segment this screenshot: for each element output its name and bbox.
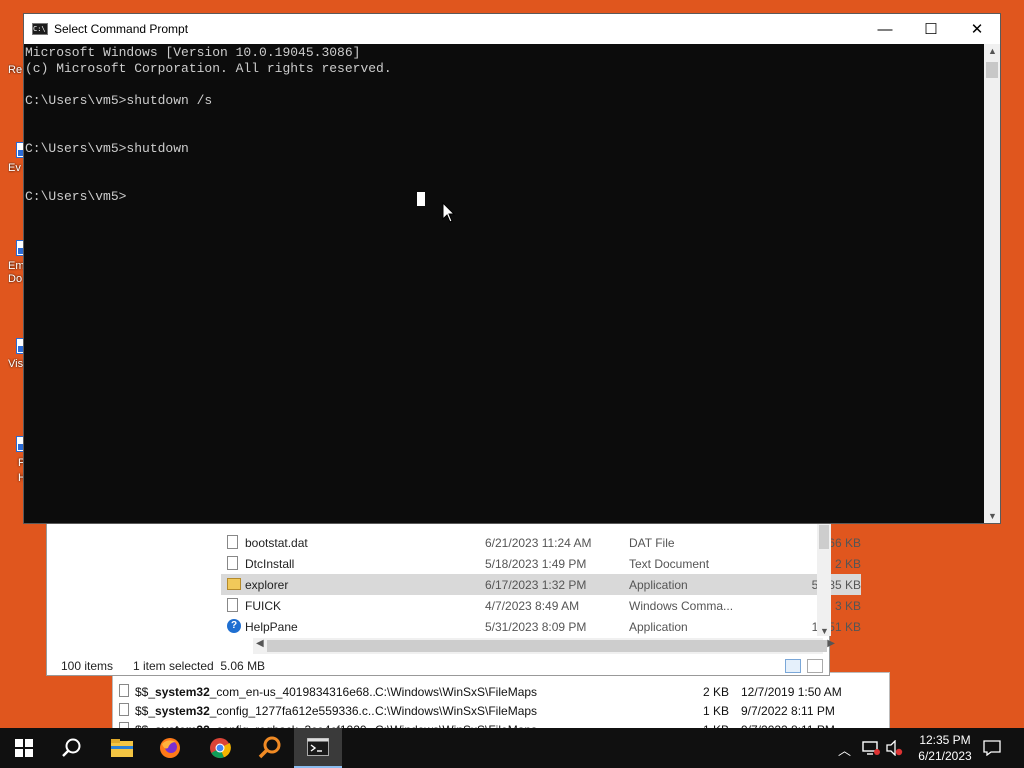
mouse-pointer-icon [442,202,456,223]
folder-icon [111,739,133,757]
result-path: C:\Windows\WinSxS\FileMaps [375,704,538,718]
file-date: 5/18/2023 1:49 PM [485,557,587,571]
taskbar-chrome[interactable] [196,728,244,768]
start-button[interactable] [0,728,48,768]
file-name: FUICK [245,599,281,613]
close-button[interactable]: ✕ [954,14,1000,44]
selection-info: 1 item selected 5.06 MB [133,659,266,673]
result-name: $$_system32_config_1277fa612e559336.c... [135,704,375,718]
minimize-button[interactable]: — [862,14,908,44]
scroll-thumb[interactable] [267,640,827,652]
show-hidden-icons-icon[interactable]: ︿ [838,740,851,759]
cmd-icon [307,738,329,756]
text-file-icon [227,556,238,570]
window-title: Select Command Prompt [54,22,189,36]
item-count: 100 items [61,659,114,673]
explorer-app-icon [227,578,241,590]
windows-icon [15,739,33,757]
file-icon [119,684,129,697]
magnifier-icon [258,736,281,759]
result-size: 1 KB [702,704,729,718]
file-date: 6/17/2023 1:32 PM [485,578,587,592]
result-date: 12/7/2019 1:50 AM [741,685,842,699]
firefox-icon [160,738,180,758]
file-row[interactable]: bootstat.dat 6/21/2023 11:24 AM DAT File… [221,532,861,553]
vertical-scrollbar[interactable]: ▼ [817,521,831,636]
result-path: C:\Windows\WinSxS\FileMaps [375,685,538,699]
taskbar-file-explorer[interactable] [98,728,146,768]
scroll-thumb[interactable] [819,525,829,549]
scroll-down-icon[interactable]: ▼ [820,626,829,636]
file-icon [119,703,129,716]
file-icon [227,535,238,549]
status-bar: 100 items 1 item selected 5.06 MB [47,655,829,675]
file-type: Application [629,620,688,634]
search-icon [62,738,81,757]
file-type: DAT File [629,536,675,550]
command-prompt-window: C:\ Select Command Prompt — ☐ ✕ Microsof… [23,13,1001,524]
cmd-icon: C:\ [32,23,48,35]
console-output[interactable]: Microsoft Windows [Version 10.0.19045.30… [24,44,984,523]
file-name: HelpPane [245,620,298,634]
scroll-thumb[interactable] [986,62,998,78]
file-date: 4/7/2023 8:49 AM [485,599,580,613]
help-icon: ? [227,619,241,633]
details-view-icon[interactable] [785,659,801,673]
file-type: Text Document [629,557,710,571]
taskbar-search-everything[interactable] [246,728,294,768]
result-date: 9/7/2022 8:11 PM [741,704,835,718]
taskbar-firefox[interactable] [146,728,194,768]
search-button[interactable] [48,728,96,768]
scroll-left-icon[interactable]: ◀ [256,638,264,649]
console-scrollbar[interactable]: ▲ ▼ [984,44,1000,523]
clock-time: 12:35 PM [919,733,971,747]
horizontal-scrollbar[interactable]: ◀ ▶ [253,638,835,654]
file-type: Application [629,578,688,592]
file-date: 5/31/2023 8:09 PM [485,620,587,634]
notifications-icon[interactable] [983,740,1001,756]
search-result-row[interactable]: $$_system32_com_en-us_4019834316e68... C… [113,682,889,701]
scroll-down-icon[interactable]: ▼ [988,511,997,521]
file-name: explorer [245,578,289,592]
chrome-icon [210,738,231,759]
taskbar-command-prompt[interactable] [294,728,342,768]
file-name: DtcInstall [245,557,295,571]
system-clock[interactable]: 12:35 PM 6/21/2023 [910,732,980,764]
network-icon[interactable] [862,741,880,755]
result-size: 2 KB [702,685,729,699]
large-icons-view-icon[interactable] [807,659,823,673]
title-bar[interactable]: C:\ Select Command Prompt — ☐ ✕ [24,14,1000,44]
volume-icon[interactable] [885,740,905,756]
file-name: bootstat.dat [245,536,308,550]
search-results-window: $$_system32_com_en-us_4019834316e68... C… [112,672,890,737]
file-row-selected[interactable]: explorer 6/17/2023 1:32 PM Application 5… [221,574,861,595]
file-date: 6/21/2023 11:24 AM [485,536,592,550]
file-row[interactable]: FUICK 4/7/2023 8:49 AM Windows Comma... … [221,595,861,616]
result-name: $$_system32_com_en-us_4019834316e68... [135,685,375,699]
file-explorer-window: bootstat.dat 6/21/2023 11:24 AM DAT File… [46,520,861,676]
taskbar: ︿ 12:35 PM 6/21/2023 [0,728,1024,768]
scroll-right-icon[interactable]: ▶ [827,638,835,649]
cmd-file-icon [227,598,238,612]
file-row[interactable]: ? HelpPane 5/31/2023 8:09 PM Application… [221,616,861,637]
clock-date: 6/21/2023 [918,749,972,763]
search-result-row[interactable]: $$_system32_config_1277fa612e559336.c...… [113,701,889,720]
scroll-up-icon[interactable]: ▲ [988,46,997,56]
file-type: Windows Comma... [629,599,734,613]
file-row[interactable]: DtcInstall 5/18/2023 1:49 PM Text Docume… [221,553,861,574]
text-selection-cursor [417,192,425,206]
maximize-button[interactable]: ☐ [908,14,954,44]
